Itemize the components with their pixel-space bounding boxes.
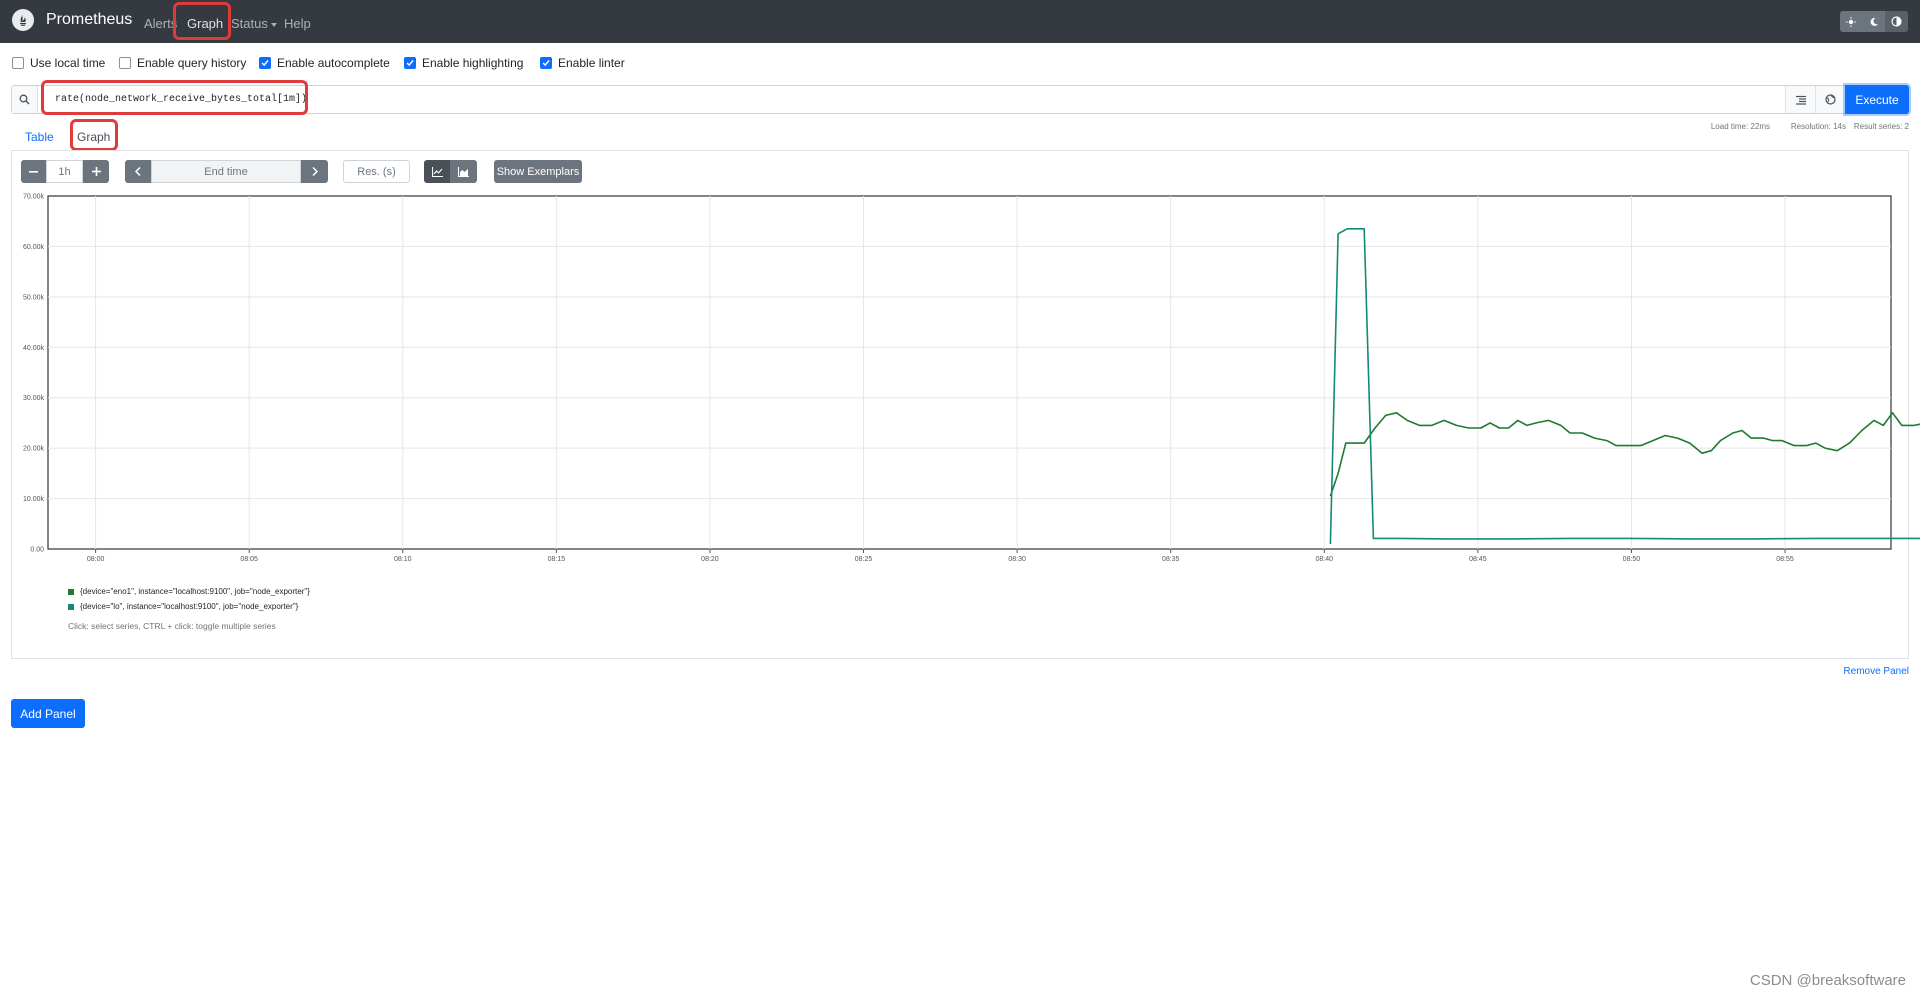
legend-label: {device="lo", instance="localhost:9100",…	[80, 602, 299, 611]
y-tick-label: 60.00k	[23, 244, 45, 251]
x-tick-label: 08:50	[1623, 556, 1641, 563]
x-tick-label: 08:55	[1776, 556, 1794, 563]
legend-hint: Click: select series, CTRL + click: togg…	[68, 621, 276, 631]
legend-swatch	[68, 588, 74, 595]
y-tick-label: 50.00k	[23, 294, 45, 301]
time-series-chart[interactable]: 0.00 10.00k 20.00k 30.00k 40.00k 50.00k 60.00k…	[0, 0, 1920, 998]
x-tick-label: 08:15	[548, 556, 566, 563]
x-tick-label: 08:25	[855, 556, 873, 563]
x-tick-label: 08:45	[1469, 556, 1487, 563]
x-tick-label: 08:30	[1008, 556, 1026, 563]
watermark: CSDN @breaksoftware	[1749, 972, 1906, 989]
x-tick-label: 08:20	[701, 556, 719, 563]
x-tick-label: 08:40	[1316, 556, 1334, 563]
x-tick-label: 08:10	[394, 556, 412, 563]
y-tick-label: 70.00k	[23, 194, 45, 201]
x-tick-label: 08:05	[240, 556, 258, 563]
remove-panel-link[interactable]: Remove Panel	[1843, 666, 1909, 677]
legend-item-eno1[interactable]: {device="eno1", instance="localhost:9100…	[68, 587, 310, 596]
legend-swatch	[68, 603, 74, 610]
plot-area	[47, 195, 1892, 550]
y-tick-label: 30.00k	[23, 395, 45, 402]
add-panel-button[interactable]: Add Panel	[11, 699, 85, 728]
y-tick-label: 10.00k	[23, 496, 45, 503]
y-tick-label: 0.00	[30, 547, 44, 554]
y-tick-label: 20.00k	[23, 446, 45, 453]
legend-item-lo[interactable]: {device="lo", instance="localhost:9100",…	[68, 602, 298, 611]
y-tick-label: 40.00k	[23, 345, 45, 352]
x-tick-label: 08:35	[1162, 556, 1180, 563]
x-tick-label: 08:00	[87, 556, 105, 563]
legend-label: {device="eno1", instance="localhost:9100…	[80, 587, 310, 596]
